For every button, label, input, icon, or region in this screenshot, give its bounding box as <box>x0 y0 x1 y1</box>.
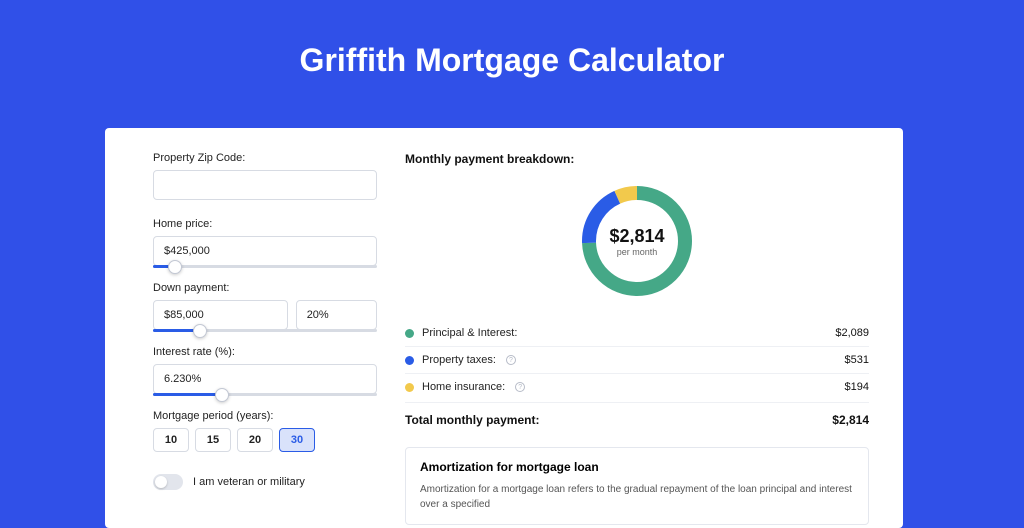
legend-row-property_taxes: Property taxes:? $531 <box>405 347 869 374</box>
calculator-card: Property Zip Code: Home price: Down paym… <box>105 128 903 528</box>
donut-center-amount: $2,814 <box>609 226 664 247</box>
legend-label: Property taxes: <box>422 354 496 366</box>
period-option-15[interactable]: 15 <box>195 428 231 452</box>
legend-value: $2,089 <box>835 327 869 339</box>
home-price-label: Home price: <box>153 218 377 230</box>
period-label: Mortgage period (years): <box>153 410 377 422</box>
legend-row-principal_interest: Principal & Interest: $2,089 <box>405 320 869 347</box>
down-payment-slider[interactable] <box>153 329 377 332</box>
breakdown-donut-chart: $2,814 per month <box>576 180 698 302</box>
slider-thumb[interactable] <box>193 324 207 338</box>
period-option-30[interactable]: 30 <box>279 428 315 452</box>
legend-value: $531 <box>845 354 869 366</box>
home-price-slider[interactable] <box>153 265 377 268</box>
period-option-20[interactable]: 20 <box>237 428 273 452</box>
interest-rate-input[interactable] <box>153 364 377 394</box>
legend-label: Principal & Interest: <box>422 327 517 339</box>
total-label: Total monthly payment: <box>405 413 539 427</box>
zip-input[interactable] <box>153 170 377 200</box>
slider-thumb[interactable] <box>168 260 182 274</box>
home-price-input[interactable] <box>153 236 377 266</box>
slider-fill <box>153 393 222 396</box>
legend-label: Home insurance: <box>422 381 505 393</box>
interest-rate-label: Interest rate (%): <box>153 346 377 358</box>
interest-rate-slider[interactable] <box>153 393 377 396</box>
zip-label: Property Zip Code: <box>153 152 377 164</box>
down-payment-percent-input[interactable] <box>296 300 377 330</box>
breakdown-column: Monthly payment breakdown: $2,814 per mo… <box>395 128 903 528</box>
down-payment-amount-input[interactable] <box>153 300 288 330</box>
total-value: $2,814 <box>832 413 869 427</box>
form-column: Property Zip Code: Home price: Down paym… <box>105 128 395 528</box>
legend-value: $194 <box>845 381 869 393</box>
veteran-label: I am veteran or military <box>193 476 305 488</box>
legend-dot <box>405 356 414 365</box>
page-title: Griffith Mortgage Calculator <box>0 0 1024 109</box>
veteran-toggle[interactable] <box>153 474 183 490</box>
donut-center-sub: per month <box>617 247 658 257</box>
amortization-box: Amortization for mortgage loan Amortizat… <box>405 447 869 525</box>
info-icon[interactable]: ? <box>506 355 516 365</box>
legend: Principal & Interest: $2,089 Property taxe… <box>405 320 869 400</box>
legend-row-home_insurance: Home insurance:? $194 <box>405 374 869 400</box>
toggle-knob <box>155 476 167 488</box>
legend-dot <box>405 383 414 392</box>
down-payment-label: Down payment: <box>153 282 377 294</box>
legend-dot <box>405 329 414 338</box>
amortization-text: Amortization for a mortgage loan refers … <box>420 482 854 512</box>
slider-thumb[interactable] <box>215 388 229 402</box>
breakdown-title: Monthly payment breakdown: <box>405 152 869 166</box>
period-options: 10152030 <box>153 428 377 452</box>
info-icon[interactable]: ? <box>515 382 525 392</box>
period-option-10[interactable]: 10 <box>153 428 189 452</box>
amortization-title: Amortization for mortgage loan <box>420 460 854 474</box>
